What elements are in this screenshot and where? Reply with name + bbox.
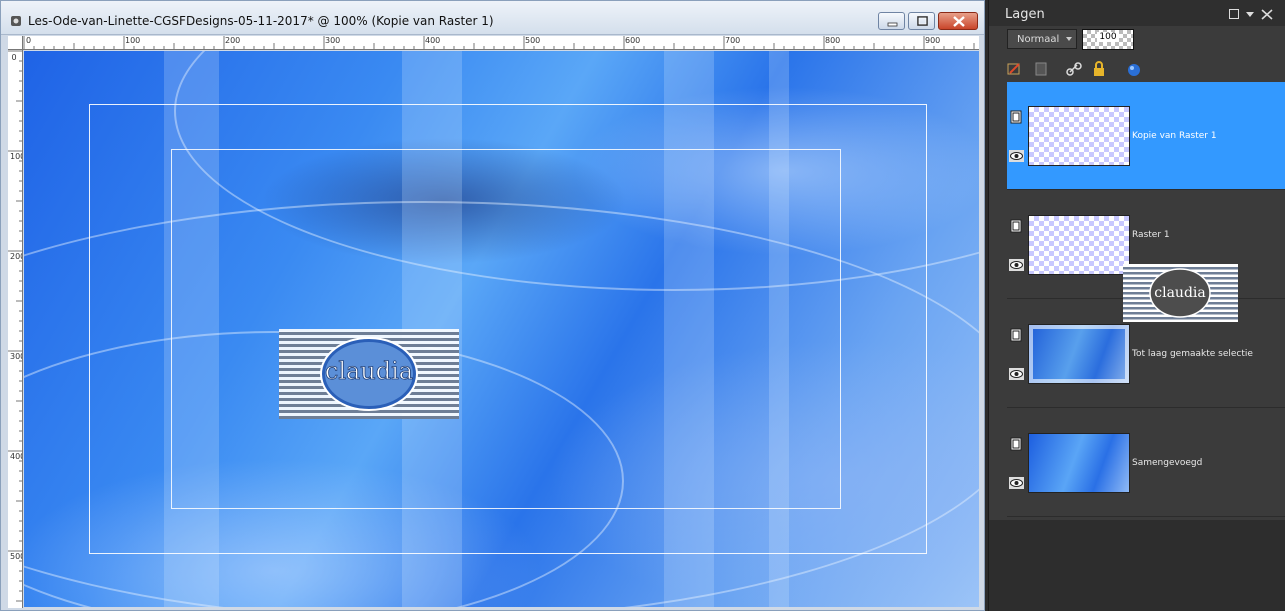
inner-frame [171,149,841,509]
watermark-stripe [279,416,459,419]
window-title: Les-Ode-van-Linette-CGSFDesigns-05-11-20… [28,14,494,28]
eye-icon[interactable] [1009,368,1024,380]
dragged-watermark: claudia [1123,264,1238,322]
ruler-label: 100 [125,36,141,45]
panel-header: Lagen [989,0,1285,26]
layer-thumbnail[interactable] [1028,215,1130,275]
ruler-label: 500 [525,36,541,45]
minimize-button[interactable] [878,12,905,30]
ruler-left-ticks [8,50,22,602]
ruler-label: 400 [425,36,441,45]
ruler-label: 100 [10,152,22,161]
minimize-icon [887,22,898,27]
panel-empty-area [989,520,1285,611]
ruler-label: 300 [10,352,22,361]
layer-thumbnail[interactable] [1028,433,1130,493]
ruler-left: 0 100 200 300 400 500 [8,50,23,608]
layer-thumbnail[interactable] [1028,106,1130,166]
blue-sphere-icon[interactable] [1126,61,1142,77]
image-window: Les-Ode-van-Linette-CGSFDesigns-05-11-20… [0,0,985,611]
ruler-label: 200 [225,36,241,45]
link-icon[interactable] [1066,61,1082,77]
close-button[interactable] [938,12,978,30]
maximize-icon [917,16,928,26]
layer-item[interactable]: Samengevoegd [1007,409,1285,517]
ruler-top: 0 100 200 300 400 500 600 700 800 900 [23,36,979,50]
close-icon [953,16,965,27]
layer-item[interactable]: Kopie van Raster 1 [1007,82,1285,190]
layer-group-icon[interactable] [1009,110,1024,124]
layer-name: Samengevoegd [1132,458,1203,468]
lock-icon[interactable] [1091,61,1107,77]
watermark-stripe [279,332,459,335]
restore-icon[interactable] [1229,9,1239,19]
ruler-label: 0 [26,36,32,45]
watermark-text: claudia [325,357,413,385]
ruler-label: 800 [825,36,841,45]
image-canvas[interactable]: claudia [24,51,979,607]
dropdown-icon[interactable] [1246,9,1254,19]
watermark-text: claudia [1154,285,1205,301]
ruler-label: 700 [725,36,741,45]
document-icon [11,16,21,26]
eye-icon[interactable] [1009,150,1024,162]
layer-group-icon[interactable] [1009,219,1024,233]
eye-icon[interactable] [1009,259,1024,271]
chevron-down-icon [1066,37,1072,41]
mask-icon[interactable] [1033,61,1049,77]
opacity-value: 100 [1097,32,1119,42]
ruler-label: 500 [10,552,22,561]
panel-title: Lagen [1005,7,1045,22]
ruler-label: 900 [925,36,941,45]
layer-group-icon[interactable] [1009,328,1024,342]
claudia-watermark[interactable]: claudia [279,329,459,419]
maximize-button[interactable] [908,12,935,30]
layer-toolbar [989,57,1285,81]
window-titlebar[interactable]: Les-Ode-van-Linette-CGSFDesigns-05-11-20… [1,1,984,35]
ruler-corner [8,36,23,50]
layer-group-icon[interactable] [1009,437,1024,451]
paint-brush-icon[interactable] [1006,61,1022,77]
ruler-label: 300 [325,36,341,45]
layer-name: Raster 1 [1132,230,1170,240]
layer-name: Tot laag gemaakte selectie [1132,349,1253,359]
ruler-label: 400 [10,452,22,461]
close-icon[interactable] [1261,9,1273,20]
opacity-field[interactable]: 100 [1082,29,1134,50]
layer-name: Kopie van Raster 1 [1132,131,1217,141]
ruler-label: 600 [625,36,641,45]
layer-thumbnail[interactable] [1028,324,1130,384]
eye-icon[interactable] [1009,477,1024,489]
ruler-label: 0 [11,53,17,62]
ruler-label: 200 [10,252,22,261]
